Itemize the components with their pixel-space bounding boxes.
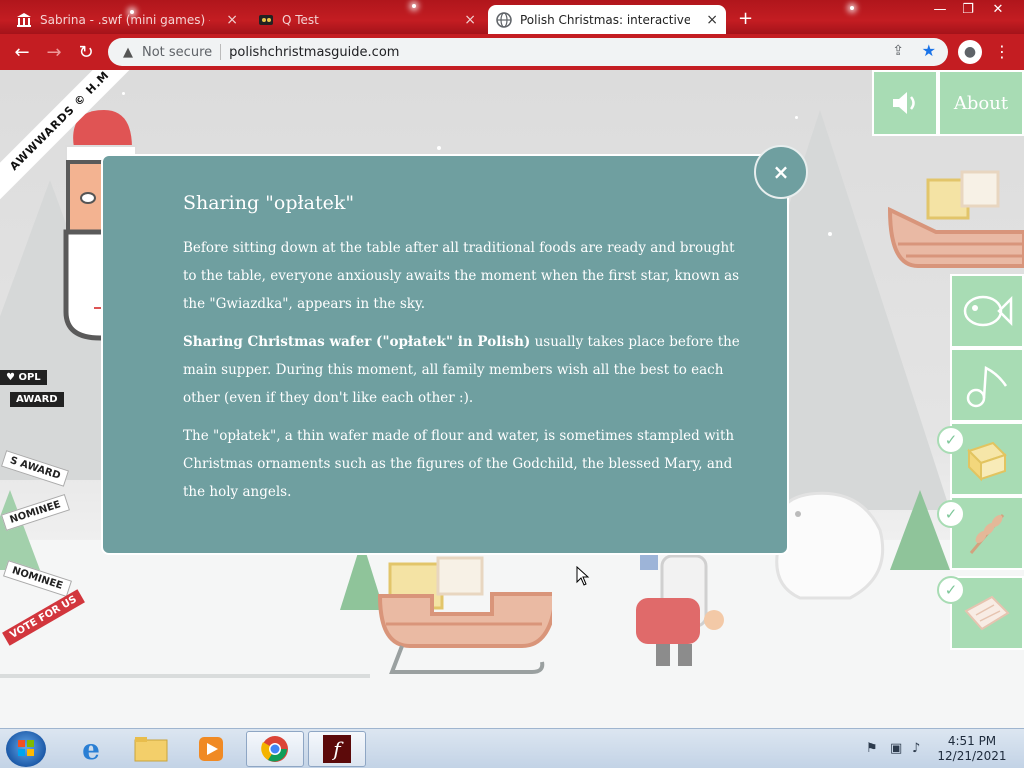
share-icon[interactable]: ⇪ <box>892 43 904 59</box>
gift-box-icon <box>967 441 1007 482</box>
back-arrow-icon[interactable]: ← <box>6 36 38 68</box>
modal-paragraph: Sharing Christmas wafer ("opłatek" in Po… <box>183 328 745 412</box>
system-clock[interactable]: 4:51 PM 12/21/2021 <box>932 734 1012 764</box>
start-button[interactable] <box>6 731 46 767</box>
browser-tab-strip: Sabrina - .swf (mini games) - Free ... ×… <box>0 0 1024 34</box>
modal-paragraph: Before sitting down at the table after a… <box>183 240 740 312</box>
completed-check-icon: ✓ <box>937 426 965 454</box>
tab-close-icon[interactable]: × <box>226 12 238 28</box>
taskbar-internet-explorer[interactable]: e <box>62 731 120 767</box>
browser-tab[interactable]: Sabrina - .swf (mini games) - Free ... × <box>8 5 246 34</box>
media-player-icon <box>199 737 223 761</box>
globe-favicon-icon <box>496 11 512 28</box>
wafer-icon <box>964 595 1010 631</box>
warning-triangle-icon[interactable]: ▲ <box>118 45 138 60</box>
ground-line <box>0 674 370 678</box>
taskbar-file-explorer[interactable] <box>122 731 180 767</box>
tab-close-icon[interactable]: × <box>464 12 476 28</box>
browser-toolbar: ← → ↻ ▲ Not secure polishchristmasguide.… <box>0 34 1024 70</box>
carol-song-button[interactable] <box>950 348 1024 422</box>
modal-close-button[interactable]: × <box>754 145 808 199</box>
profile-avatar-icon[interactable]: ● <box>958 40 982 64</box>
info-modal: Sharing "opłatek" Before sitting down at… <box>101 154 789 555</box>
museum-favicon-icon <box>17 12 31 27</box>
windows-taskbar: e f ⚑ ▣ ♪ 4:51 PM 12/21/2021 <box>0 728 1024 768</box>
clock-time: 4:51 PM <box>947 734 997 748</box>
forward-arrow-icon[interactable]: → <box>38 36 70 68</box>
tab-label: Q Test <box>282 12 319 27</box>
music-note-icon <box>966 366 1008 408</box>
menu-kebab-icon[interactable]: ⋮ <box>994 42 1010 61</box>
reload-icon[interactable]: ↻ <box>70 36 102 68</box>
modal-paragraph: The "opłatek", a thin wafer made of flou… <box>183 428 735 500</box>
tab-label: Sabrina - .swf (mini games) - Free ... <box>40 12 210 27</box>
game-favicon-icon <box>259 14 273 25</box>
close-window-button[interactable]: ✕ <box>984 2 1012 22</box>
opl-badge[interactable]: ♥ OPL <box>0 370 47 385</box>
action-center-icon[interactable]: ▣ <box>890 741 902 756</box>
mouse-cursor-icon <box>576 566 590 586</box>
completed-check-icon: ✓ <box>937 500 965 528</box>
volume-icon[interactable]: ♪ <box>912 741 920 756</box>
sleigh-gifts-illustration <box>888 170 1024 268</box>
speaker-icon <box>893 92 915 114</box>
modal-paragraph-bold: Sharing Christmas wafer ("opłatek" in Po… <box>183 334 531 350</box>
taskbar-chrome[interactable] <box>246 731 304 767</box>
windows-logo-icon <box>18 740 34 756</box>
address-bar[interactable]: ▲ Not secure polishchristmasguide.com ⇪ … <box>108 38 948 66</box>
fish-icon <box>963 295 1013 327</box>
tab-close-icon[interactable]: × <box>706 12 718 28</box>
tab-label: Polish Christmas: interactive <box>520 12 690 27</box>
network-error-icon[interactable]: ⚑ <box>866 741 878 756</box>
browser-tab[interactable]: Q Test × <box>250 5 484 34</box>
completed-check-icon: ✓ <box>937 576 965 604</box>
chrome-icon <box>261 736 288 762</box>
snowflake-decor <box>795 116 798 119</box>
clock-date: 12/21/2021 <box>937 749 1007 763</box>
security-label[interactable]: Not secure <box>142 45 212 60</box>
fish-course-button[interactable] <box>950 274 1024 348</box>
taskbar-media-player[interactable] <box>182 731 240 767</box>
snowflake-decor <box>828 232 832 236</box>
about-button[interactable]: About <box>938 70 1024 136</box>
url-text[interactable]: polishchristmasguide.com <box>229 45 399 60</box>
snowflake-decor <box>122 92 125 95</box>
browser-tab-active[interactable]: Polish Christmas: interactive × <box>488 5 726 34</box>
snowflake-decor <box>437 146 441 150</box>
minimize-button[interactable]: — <box>926 2 954 22</box>
folder-icon <box>134 737 168 762</box>
award-badge[interactable]: AWARD <box>10 392 64 407</box>
divider <box>220 44 222 60</box>
decor-sparkle <box>850 6 854 10</box>
sleigh-illustration <box>377 556 552 674</box>
sound-toggle-button[interactable] <box>872 70 938 136</box>
internet-explorer-icon: e <box>82 732 100 766</box>
taskbar-flash-player[interactable]: f <box>308 731 366 767</box>
bookmark-star-icon[interactable]: ★ <box>922 41 936 60</box>
maximize-button[interactable]: ❐ <box>954 2 982 22</box>
new-tab-button[interactable]: + <box>738 8 753 29</box>
gnome-figure-illustration <box>636 548 724 666</box>
wheat-icon <box>969 514 1005 554</box>
web-page: AWWWARDS © H.M ♥ OPL AWARD S AWARD NOMIN… <box>0 70 1024 728</box>
flash-player-icon: f <box>323 735 351 763</box>
modal-title: Sharing "opłatek" <box>183 192 355 214</box>
